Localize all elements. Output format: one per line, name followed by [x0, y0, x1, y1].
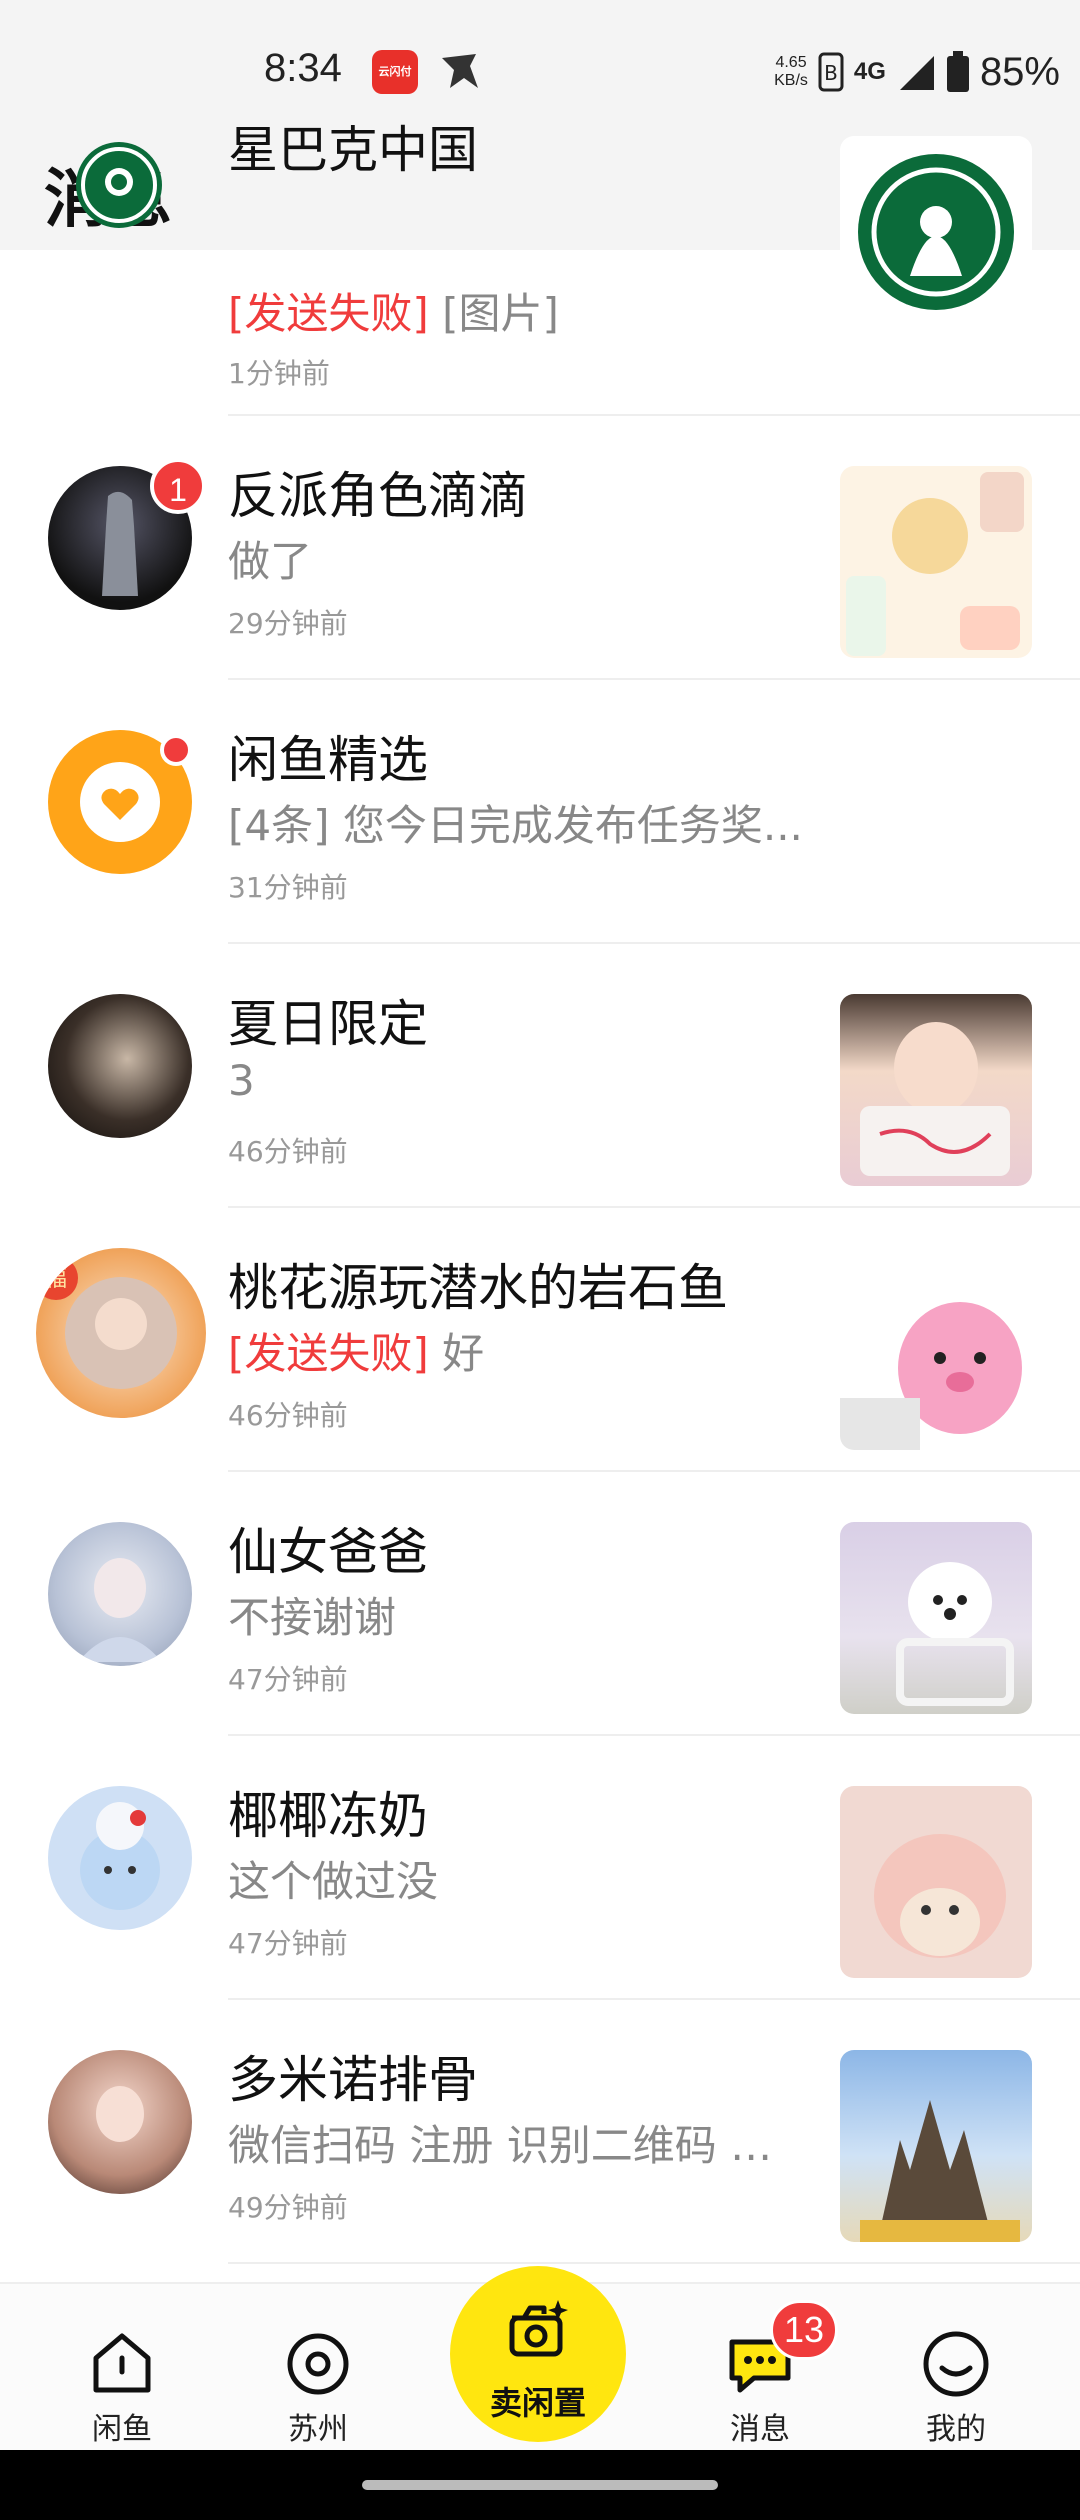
nav-home-label: 闲鱼: [92, 2412, 152, 2447]
conversation-row-starbucks[interactable]: 星巴克中国 [发送失败] [图片] 1分钟前: [0, 121, 1080, 416]
conversation-name: 闲鱼精选: [228, 731, 428, 789]
unread-dot: [160, 734, 192, 766]
conversation-preview: 微信扫码 注册 识别二维码 添...: [228, 2121, 798, 2170]
system-gesture-bar: [0, 2450, 1080, 2520]
send-failed-tag: [发送失败]: [228, 289, 429, 338]
battery-icon: [946, 51, 969, 92]
avatar: [48, 1786, 192, 1930]
avatar: [48, 1522, 192, 1666]
unread-badge: 1: [150, 458, 206, 514]
nav-messages-label: 消息: [730, 2412, 790, 2447]
sell-item-button[interactable]: 卖闲置: [450, 2266, 626, 2442]
messages-unread-badge: 13: [770, 2300, 838, 2360]
conversation-time: 47分钟前: [228, 1663, 348, 1696]
conversation-list: 星巴克中国 [发送失败] [图片] 1分钟前 1 反派角色滴滴 做了 29分钟前: [0, 121, 1080, 2264]
status-time: 8:34: [264, 46, 342, 90]
conversation-time: 49分钟前: [228, 2191, 348, 2224]
conversation-name: 椰椰冻奶: [228, 1787, 428, 1845]
conversation-time: 46分钟前: [228, 1399, 348, 1432]
divider: [228, 2262, 1080, 2264]
conversation-name: 星巴克中国: [228, 121, 478, 179]
conversation-name: 反派角色滴滴: [228, 467, 528, 525]
conversation-name: 仙女爸爸: [228, 1523, 428, 1581]
message-thumbnail: [840, 2050, 1032, 2242]
conversation-preview: 这个做过没: [228, 1857, 439, 1906]
svg-text:福: 福: [45, 1267, 67, 1292]
home-icon: [93, 2333, 151, 2393]
profile-face-icon: [923, 2331, 989, 2397]
conversation-time: 47分钟前: [228, 1927, 348, 1960]
signal-icon: [899, 56, 934, 90]
nav-mine[interactable]: 我的: [886, 2284, 1026, 2452]
avatar: [48, 2050, 192, 2194]
battery-percent: 85%: [979, 49, 1060, 94]
hd-icon: B: [818, 52, 844, 92]
nav-city-label: 苏州: [288, 2412, 348, 2447]
home-gesture-handle[interactable]: [362, 2480, 718, 2490]
conversation-name: 夏日限定: [228, 995, 428, 1053]
message-thumbnail: [840, 994, 1032, 1186]
conversation-row[interactable]: 椰椰冻奶 这个做过没 47分钟前: [0, 1736, 1080, 2000]
conversation-time: 1分钟前: [228, 357, 330, 390]
nav-city[interactable]: 苏州: [248, 2284, 388, 2452]
network-type: 4G: [853, 58, 886, 85]
camera-sparkle-icon: [509, 2300, 568, 2357]
location-icon: [287, 2333, 349, 2395]
conversation-preview: [4条] 您今日完成发布任务奖...: [228, 801, 803, 850]
sell-item-label: 卖闲置: [489, 2384, 586, 2422]
conversation-row[interactable]: 仙女爸爸 不接谢谢 47分钟前: [0, 1472, 1080, 1736]
svg-text:B: B: [824, 61, 838, 85]
conversation-row[interactable]: 1 反派角色滴滴 做了 29分钟前: [0, 416, 1080, 680]
message-thumbnail: [840, 136, 1032, 328]
message-thumbnail: [840, 1522, 1032, 1714]
avatar: [76, 142, 162, 228]
conversation-time: 46分钟前: [228, 1135, 348, 1168]
send-failed-tag: [发送失败]: [228, 1329, 429, 1378]
conversation-preview: 3: [228, 1056, 255, 1105]
notification-app-icon: [442, 54, 478, 88]
conversation-preview: [发送失败] [图片]: [228, 289, 559, 338]
message-thumbnail: [840, 466, 1032, 658]
conversation-row[interactable]: 多米诺排骨 微信扫码 注册 识别二维码 添... 49分钟前: [0, 2000, 1080, 2264]
nav-home[interactable]: 闲鱼: [52, 2284, 192, 2452]
conversation-time: 29分钟前: [228, 607, 348, 640]
avatar: 福: [36, 1248, 206, 1418]
conversation-name: 桃花源玩潜水的岩石鱼: [228, 1259, 728, 1317]
conversation-row[interactable]: 闲鱼精选 [4条] 您今日完成发布任务奖... 31分钟前: [0, 680, 1080, 944]
message-thumbnail: [840, 1786, 1032, 1978]
conversation-name: 多米诺排骨: [228, 2051, 478, 2109]
conversation-preview: 做了: [228, 537, 313, 586]
conversation-preview: 不接谢谢: [228, 1593, 397, 1642]
conversation-row[interactable]: 福 桃花源玩潜水的岩石鱼 [发送失败] 好 46分钟前: [0, 1208, 1080, 1472]
unionpay-app-icon: 云闪付: [372, 50, 418, 94]
network-speed: 4.65 KB/s: [774, 54, 808, 89]
conversation-preview: [发送失败] 好: [228, 1329, 485, 1378]
conversation-row[interactable]: 夏日限定 3 46分钟前: [0, 944, 1080, 1208]
status-indicators: 4.65 KB/s B 4G 85%: [774, 44, 1060, 100]
nav-mine-label: 我的: [926, 2412, 986, 2447]
message-thumbnail: [840, 1258, 1032, 1450]
status-bar: 8:34 云闪付 4.65 KB/s B 4G 85%: [0, 0, 1080, 150]
conversation-time: 31分钟前: [228, 871, 348, 904]
avatar: [48, 994, 192, 1138]
